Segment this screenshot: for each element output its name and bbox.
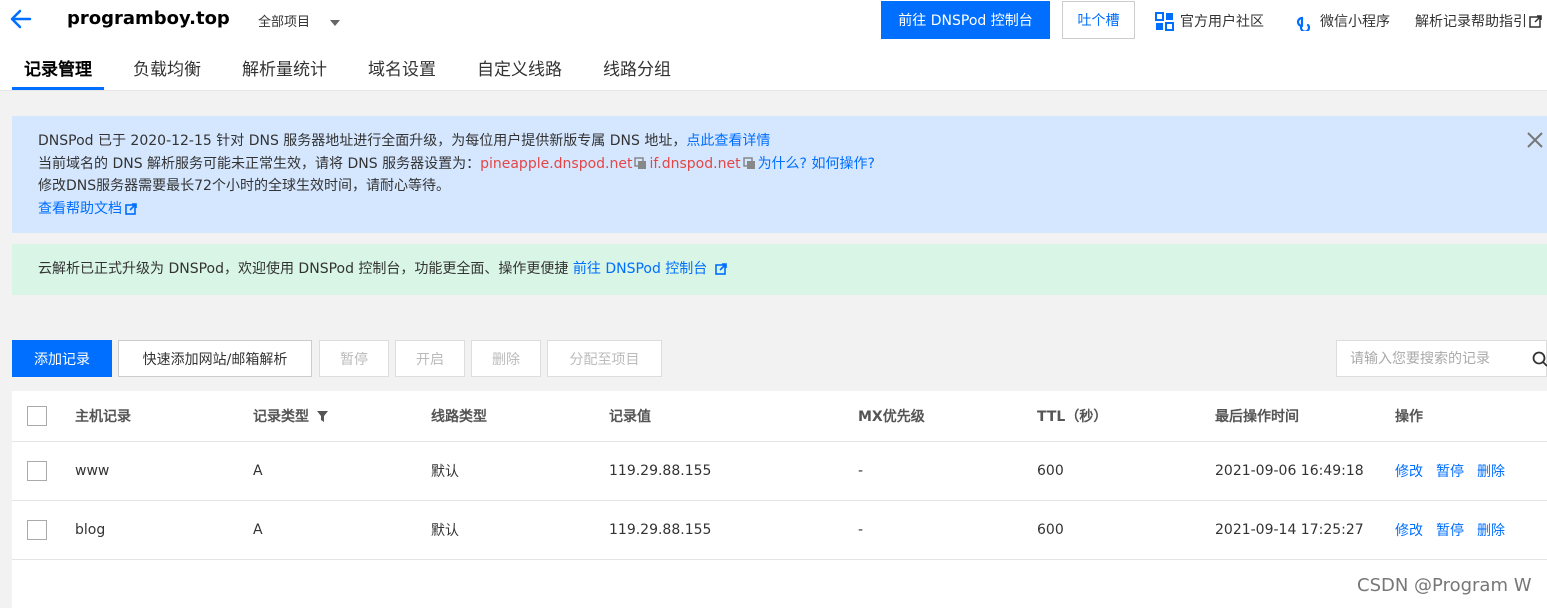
notice-line-4: 查看帮助文档 — [38, 198, 1547, 221]
tab-domain-settings[interactable]: 域名设置 — [356, 56, 448, 90]
project-selector[interactable]: 全部项目 — [258, 11, 341, 30]
delete-link[interactable]: 删除 — [1477, 461, 1505, 481]
copy-icon[interactable] — [742, 157, 756, 170]
tab-record-management[interactable]: 记录管理 — [12, 56, 104, 90]
pause-link[interactable]: 暂停 — [1436, 461, 1464, 481]
pause-link[interactable]: 暂停 — [1436, 520, 1464, 540]
record-search — [1336, 340, 1547, 377]
copy-icon[interactable] — [634, 157, 647, 170]
goto-dnspod-link[interactable]: 前往 DNSPod 控制台 — [573, 261, 707, 277]
pause-button[interactable]: 暂停 — [319, 340, 389, 377]
cell-line: 默认 — [431, 523, 459, 539]
cell-ops: 修改 暂停 删除 — [1395, 501, 1518, 559]
select-all-cell — [27, 391, 47, 441]
notice-line-1: DNSPod 已于 2020-12-15 针对 DNS 服务器地址进行全面升级，… — [38, 130, 1547, 153]
row-checkbox[interactable] — [27, 520, 47, 540]
cell-ttl: 600 — [1037, 463, 1064, 479]
watermark-text: CSDN @Program W — [1357, 575, 1532, 596]
tab-line-group[interactable]: 线路分组 — [591, 56, 683, 90]
table-row: blog A 默认 119.29.88.155 - 600 2021-09-14… — [12, 501, 1547, 560]
green-notice-text: 云解析已正式升级为 DNSPod，欢迎使用 DNSPod 控制台，功能更全面、操… — [38, 261, 573, 277]
why-how-link[interactable]: 为什么? 如何操作? — [758, 156, 875, 172]
cell-mx: - — [858, 522, 864, 538]
nameserver-2: if.dnspod.net — [649, 155, 741, 172]
delete-button[interactable]: 删除 — [471, 340, 541, 377]
close-icon[interactable] — [1525, 130, 1545, 150]
edit-link[interactable]: 修改 — [1395, 461, 1423, 481]
cell-type: A — [253, 463, 263, 479]
cell-ops: 修改 暂停 删除 — [1395, 442, 1518, 500]
mini-program-link-label: 微信小程序 — [1320, 14, 1390, 30]
grid-apps-icon — [1155, 11, 1174, 31]
filter-icon[interactable] — [317, 410, 328, 422]
external-link-icon — [125, 202, 137, 215]
header-host: 主机记录 — [75, 409, 131, 425]
cell-time: 2021-09-14 17:25:27 — [1215, 522, 1364, 538]
row-select-cell — [27, 442, 47, 500]
edit-link[interactable]: 修改 — [1395, 520, 1423, 540]
table-row: www A 默认 119.29.88.155 - 600 2021-09-06 … — [12, 442, 1547, 501]
tab-resolution-stats[interactable]: 解析量统计 — [230, 56, 339, 90]
help-guide-link[interactable]: 解析记录帮助指引 — [1415, 11, 1547, 31]
header-ttl: TTL（秒） — [1037, 409, 1108, 425]
table-header-row: 主机记录 记录类型 线路类型 记录值 MX优先级 TTL（秒） 最后操作时间 操… — [12, 391, 1547, 442]
row-select-cell — [27, 501, 47, 559]
view-details-link[interactable]: 点此查看详情 — [686, 133, 770, 149]
nameserver-1: pineapple.dnspod.net — [480, 155, 633, 172]
help-guide-link-label: 解析记录帮助指引 — [1415, 14, 1527, 30]
help-doc-link[interactable]: 查看帮助文档 — [38, 201, 122, 217]
external-link-icon — [1529, 14, 1542, 28]
cell-mx: - — [858, 463, 864, 479]
notice-line-2: 当前域名的 DNS 解析服务可能未正常生效，请将 DNS 服务器设置为：pine… — [38, 153, 1547, 176]
notice-line-3: 修改DNS服务器需要最长72个小时的全球生效时间，请耐心等待。 — [38, 178, 450, 194]
tab-custom-line[interactable]: 自定义线路 — [465, 56, 574, 90]
delete-link[interactable]: 删除 — [1477, 520, 1505, 540]
dns-upgrade-notice: DNSPod 已于 2020-12-15 针对 DNS 服务器地址进行全面升级，… — [12, 116, 1547, 233]
header-type-label: 记录类型 — [253, 409, 309, 425]
cell-type: A — [253, 522, 263, 538]
goto-dnspod-button[interactable]: 前往 DNSPod 控制台 — [881, 1, 1050, 39]
cell-value: 119.29.88.155 — [609, 522, 712, 538]
caret-down-icon — [330, 19, 341, 26]
header-type: 记录类型 — [253, 391, 328, 441]
back-arrow-icon[interactable] — [8, 6, 34, 32]
feedback-button[interactable]: 吐个槽 — [1062, 1, 1135, 39]
community-link[interactable]: 官方用户社区 — [1155, 11, 1264, 31]
quick-add-button[interactable]: 快速添加网站/邮箱解析 — [118, 340, 312, 377]
assign-project-button[interactable]: 分配至项目 — [547, 340, 662, 377]
cell-ttl: 600 — [1037, 522, 1064, 538]
header-ops: 操作 — [1395, 409, 1423, 425]
cell-time: 2021-09-06 16:49:18 — [1215, 463, 1364, 479]
header-line: 线路类型 — [431, 409, 487, 425]
enable-button[interactable]: 开启 — [395, 340, 465, 377]
cell-host: www — [75, 463, 110, 479]
dnspod-upgrade-notice: 云解析已正式升级为 DNSPod，欢迎使用 DNSPod 控制台，功能更全面、操… — [12, 244, 1547, 295]
mini-program-link[interactable]: 微信小程序 — [1295, 11, 1390, 31]
row-checkbox[interactable] — [27, 461, 47, 481]
header-value: 记录值 — [609, 409, 651, 425]
cell-line: 默认 — [431, 464, 459, 480]
records-table: 主机记录 记录类型 线路类型 记录值 MX优先级 TTL（秒） 最后操作时间 操… — [12, 391, 1547, 608]
external-link-icon — [715, 263, 728, 275]
add-record-button[interactable]: 添加记录 — [12, 340, 112, 377]
cell-value: 119.29.88.155 — [609, 463, 712, 479]
notice-line-2-text: 当前域名的 DNS 解析服务可能未正常生效，请将 DNS 服务器设置为： — [38, 155, 481, 172]
header-time: 最后操作时间 — [1215, 409, 1299, 425]
search-input[interactable] — [1350, 350, 1530, 367]
cell-host: blog — [75, 522, 106, 538]
community-link-label: 官方用户社区 — [1180, 14, 1264, 30]
search-icon[interactable] — [1532, 351, 1547, 367]
notice-line-1-text: DNSPod 已于 2020-12-15 针对 DNS 服务器地址进行全面升级，… — [38, 133, 687, 149]
project-selector-label: 全部项目 — [258, 15, 311, 30]
header-mx: MX优先级 — [858, 409, 925, 425]
top-header: programboy.top 全部项目 前往 DNSPod 控制台 吐个槽 官方… — [0, 0, 1547, 91]
domain-title: programboy.top — [67, 8, 230, 29]
select-all-checkbox[interactable] — [27, 406, 47, 426]
tab-bar: 记录管理 负载均衡 解析量统计 域名设置 自定义线路 线路分组 — [12, 56, 700, 90]
mini-program-icon — [1296, 16, 1311, 31]
tab-load-balancing[interactable]: 负载均衡 — [121, 56, 213, 90]
